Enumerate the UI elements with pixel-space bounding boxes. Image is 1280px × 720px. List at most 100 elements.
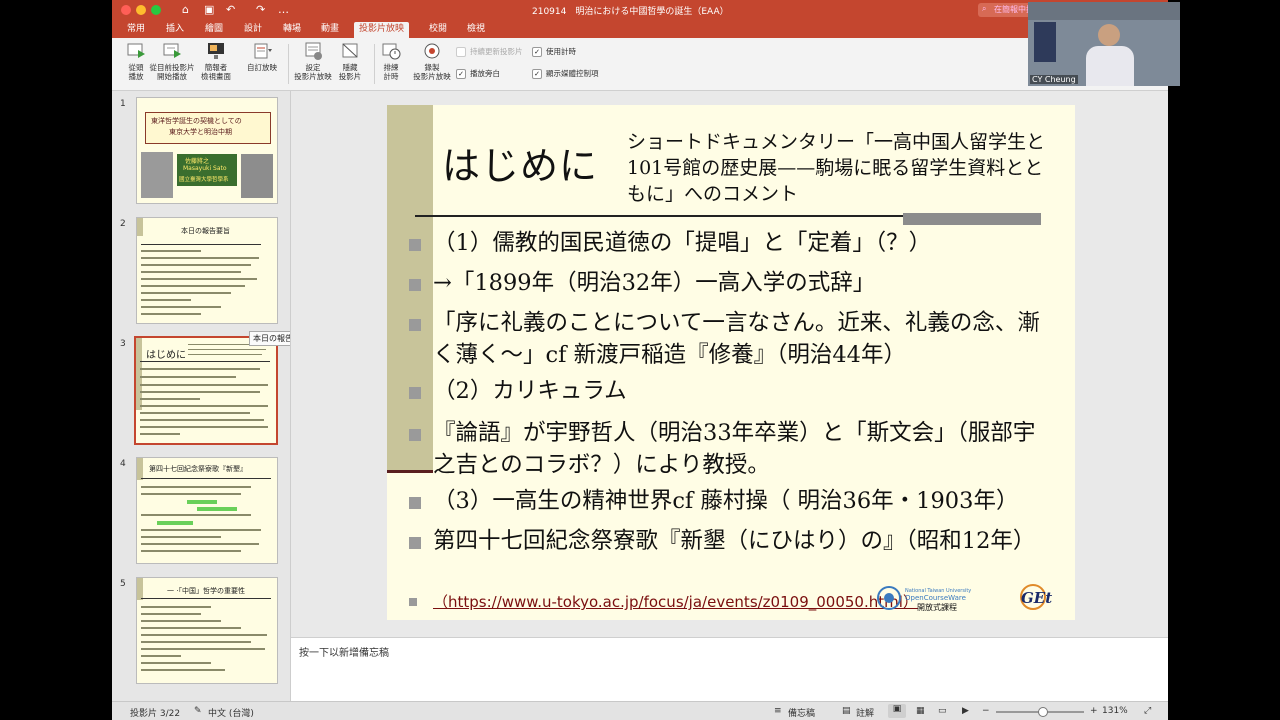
slide-bar [137,578,143,600]
text-line [188,354,262,355]
notes-button[interactable]: 備忘稿 [788,706,815,719]
slide-subheading[interactable]: ショートドキュメンタリー「一高中国人留学生と101号館の歴史展——駒場に眠る留学… [627,129,1057,207]
bullet-2[interactable]: →「1899年（明治32年）一高入学の式辞」 [433,267,1063,299]
highlight [157,521,193,525]
zoom-out-icon[interactable]: − [982,706,990,716]
thumbnail-number: 4 [120,459,126,469]
normal-view-icon[interactable]: ▣ [888,704,906,718]
text-line [141,285,245,287]
current-slide[interactable]: はじめに ショートドキュメンタリー「一高中国人留学生と101号館の歴史展——駒場… [387,105,1075,620]
show-media-controls-checkbox[interactable]: ✓ 顯示媒體控制項 [532,68,599,79]
text-line [141,278,257,280]
label: 自訂放映 [247,63,277,72]
reference-link[interactable]: （https://www.u-tokyo.ac.jp/focus/ja/even… [433,591,918,612]
label: 投影片放映 [413,72,451,81]
text-line [141,606,211,608]
fit-to-window-icon[interactable]: ⤢ [1144,706,1151,716]
play-narrations-checkbox[interactable]: ✓ 播放旁白 [456,68,500,79]
use-timings-checkbox[interactable]: ✓ 使用計時 [532,46,576,57]
slide-bar [137,458,143,480]
slide-thumbnails-pane[interactable]: 1 東洋哲学誕生の契機としての 東京大学と明治中期 佐藤將之 Masayuki … [112,91,291,701]
language-indicator[interactable]: 中文 (台灣) [208,706,254,719]
label: 錄製 [424,63,440,72]
tab-review[interactable]: 校閱 [424,22,452,38]
rehearse-timings-button[interactable]: 排練 計時 [376,41,406,81]
slide-thumbnail-4[interactable]: 第四十七回紀念祭寮歌『新墾』 [136,457,278,564]
bullet-1[interactable]: （1）儒教的国民道徳の「提唱」と「定着」（？） [433,227,1063,259]
bullet-icon [409,429,421,441]
text-line [141,669,225,671]
label: 隱藏 [342,63,358,72]
minimize-window-icon[interactable] [136,5,146,15]
keep-updated-checkbox[interactable]: 持續更新投影片 [456,46,523,57]
notes-icon[interactable]: ≡ [774,706,782,716]
custom-show-icon [254,43,272,59]
bullet-icon [409,537,421,549]
comments-icon[interactable]: ▤ [842,706,851,716]
play-from-current-button[interactable]: 從目前投影片 開始播放 [146,41,198,81]
reading-view-icon[interactable]: ▭ [938,706,947,716]
maximize-window-icon[interactable] [151,5,161,15]
redo-icon[interactable]: ↷ [256,3,265,16]
bullet-3[interactable]: 「序に礼義のことについて一言なさん。近来、礼義の念、漸く薄く～」cf 新渡戸稲造… [433,307,1055,371]
presenter-view-button[interactable]: 簡報者 檢視畫面 [198,41,234,81]
video-call-tile[interactable]: CY Cheung [1028,2,1180,86]
tab-slide-show[interactable]: 投影片放映 [354,22,410,38]
tab-design[interactable]: 設計 [239,22,267,38]
text-line [140,376,236,378]
text-line [141,257,259,259]
slide-thumbnail-3[interactable]: はじめに [134,336,278,445]
text-line [141,648,265,650]
tab-view[interactable]: 檢視 [462,22,490,38]
slide-show-icon[interactable]: ▶ [962,706,969,716]
home-icon[interactable]: ⌂ [182,3,189,16]
separator [288,44,289,84]
zoom-in-icon[interactable]: + [1090,706,1098,716]
text-line [141,292,231,294]
custom-show-button[interactable]: 自訂放映 [242,41,282,72]
tab-draw[interactable]: 繪圖 [200,22,228,38]
slide-thumbnail-2[interactable]: 本日の報告要旨 [136,217,278,324]
thumbnail-title: 東洋哲学誕生の契機としての [151,117,242,125]
text-line [141,662,211,664]
tab-animations[interactable]: 動畫 [316,22,344,38]
tab-transitions[interactable]: 轉場 [278,22,306,38]
comments-button[interactable]: 註解 [856,706,874,719]
tab-home[interactable]: 常用 [122,22,150,38]
tab-insert[interactable]: 插入 [161,22,189,38]
label: 從目前投影片 [149,63,195,72]
setup-slide-show-button[interactable]: 設定 投影片放映 [290,41,336,81]
text-line [141,543,259,545]
slide-bar [137,218,143,236]
text-line [188,349,266,350]
bullet-6[interactable]: （3）一高生の精神世界cf 藤村操（ 明治36年・1903年） [433,485,1063,517]
bullet-4[interactable]: （2）カリキュラム [433,375,1063,407]
slide-thumbnail-5[interactable]: 一 ·「中国」哲学の重要性 [136,577,278,684]
slide-thumbnail-1[interactable]: 東洋哲学誕生の契機としての 東京大学と明治中期 佐藤將之 Masayuki Sa… [136,97,278,204]
ribbon: 從頭 播放 從目前投影片 開始播放 簡報者 檢視畫面 自訂放映 設定 投影片放映… [112,38,1168,91]
save-icon[interactable]: ▣ [204,3,214,16]
checkbox-box [456,47,466,57]
slide-sorter-icon[interactable]: ▦ [916,706,925,716]
proofing-icon[interactable]: ✎ [194,706,202,716]
text-line [140,405,268,407]
bullet-5[interactable]: 『論語』が宇野哲人（明治33年卒業）と「斯文会」（服部宇之吉とのコラボ？）により… [433,417,1055,481]
undo-icon[interactable]: ↶ [226,3,235,16]
notes-placeholder: 按一下以新增備忘稿 [299,648,389,659]
zoom-level[interactable]: 131% [1102,706,1128,716]
bullet-icon [409,319,421,331]
record-slide-show-button[interactable]: 錄製 投影片放映 [408,41,456,81]
thumbnail-number: 2 [120,219,126,229]
text-line [140,412,250,414]
zoom-slider-handle[interactable] [1038,707,1048,717]
slide-heading[interactable]: はじめに [442,135,598,190]
thumbnail-number: 5 [120,579,126,589]
more-icon[interactable]: … [278,3,289,16]
close-window-icon[interactable] [121,5,131,15]
bullet-7[interactable]: 第四十七回紀念祭寮歌『新墾（にひはり）の』（昭和12年） [433,525,1055,557]
hide-slide-button[interactable]: 隱藏 投影片 [332,41,368,81]
slide-canvas[interactable]: はじめに ショートドキュメンタリー「一高中国人留学生と101号館の歴史展——駒場… [291,91,1168,637]
notes-pane[interactable]: 按一下以新增備忘稿 [291,637,1168,702]
text-line [141,550,241,552]
presenter-view-icon [208,43,224,59]
